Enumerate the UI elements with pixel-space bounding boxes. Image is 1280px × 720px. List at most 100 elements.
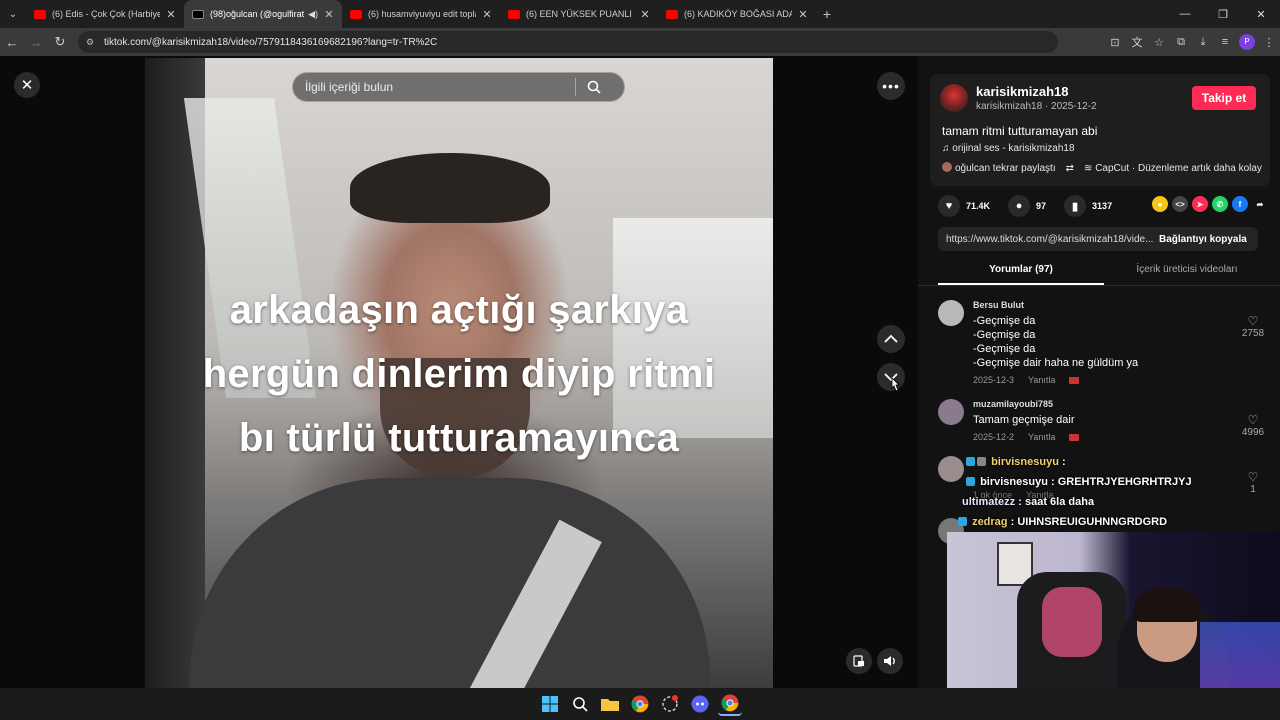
video-player[interactable]: arkadaşın açtığı şarkıya hergün dinlerim…: [145, 58, 773, 688]
windows-start-icon[interactable]: [538, 692, 562, 716]
comment-line: -Geçmişe da: [973, 343, 1036, 355]
restore-icon[interactable]: ❐: [1204, 0, 1242, 28]
new-tab-button[interactable]: +: [816, 6, 838, 22]
reply-button[interactable]: Yanıtla: [1028, 432, 1055, 442]
commenter-avatar[interactable]: [938, 399, 964, 425]
video-caption-line: bı türlü tutturamayınca: [238, 416, 680, 460]
like-action[interactable]: ♥ 71.4K: [938, 195, 990, 217]
file-explorer-icon[interactable]: [598, 692, 622, 716]
extensions-icon[interactable]: ⧉: [1170, 36, 1192, 49]
related-search-input[interactable]: [305, 80, 575, 94]
chat-badge-icon: [966, 457, 975, 466]
translate-icon[interactable]: 文: [1126, 34, 1148, 50]
tab-creator-videos[interactable]: İçerik üreticisi videoları: [1104, 259, 1270, 285]
profile-avatar-icon[interactable]: P: [1239, 34, 1255, 50]
back-arrow-icon[interactable]: ←: [0, 28, 24, 56]
floating-player-button[interactable]: [846, 648, 872, 674]
comment-like[interactable]: ♡ 1: [1238, 470, 1268, 495]
pip-icon: [853, 655, 864, 667]
more-options-button[interactable]: •••: [877, 72, 905, 100]
tab-title: (98)oğulcan (@ogulfiratt) |: [210, 9, 305, 19]
save-action[interactable]: ▮ 3137: [1064, 195, 1112, 217]
tab-close-icon[interactable]: ✕: [796, 8, 810, 21]
heart-outline-icon: ♡: [1247, 314, 1259, 328]
volume-button[interactable]: [877, 648, 903, 674]
chat-username: zedrag: [972, 516, 1008, 528]
heart-outline-icon: ♡: [1247, 470, 1259, 484]
chrome-active-icon[interactable]: [718, 692, 742, 716]
comment-action[interactable]: ● 97: [1008, 195, 1046, 217]
media-queue-icon[interactable]: ≡: [1214, 36, 1236, 48]
chat-username: ultimatezz: [962, 496, 1016, 508]
minimize-icon[interactable]: —: [1166, 0, 1204, 28]
comment-like[interactable]: ♡ 2758: [1238, 314, 1268, 339]
browser-tabbar: ⌄ (6) Edis - Çok Çok (Harbiye Kon ✕ (98)…: [0, 0, 1280, 28]
tab-close-icon[interactable]: ✕: [638, 8, 652, 21]
copy-link-button[interactable]: Bağlantıyı kopyala: [1153, 234, 1247, 245]
tab-comments[interactable]: Yorumlar (97): [938, 259, 1104, 285]
reload-icon[interactable]: ↻: [48, 28, 72, 56]
chrome-icon[interactable]: [628, 692, 652, 716]
music-link[interactable]: ♫ orijinal ses - karisikmizah18: [942, 143, 1075, 154]
coin-icon[interactable]: ●: [1152, 196, 1168, 212]
close-video-button[interactable]: ✕: [14, 72, 40, 98]
commenter-name[interactable]: muzamilayoubi785: [973, 399, 1053, 409]
whatsapp-icon[interactable]: ✆: [1212, 196, 1228, 212]
download-icon[interactable]: ⤓: [1192, 36, 1214, 49]
repost-avatar: [942, 162, 952, 172]
share-arrow-icon[interactable]: ➦: [1252, 196, 1268, 212]
speaker-icon[interactable]: ◀): [308, 9, 318, 20]
creator-avatar[interactable]: [940, 84, 968, 112]
engagement-row: ♥ 71.4K ● 97 ▮ 3137 ● <> ➤ ✆ f ➦: [938, 195, 1268, 217]
window-close-icon[interactable]: ✕: [1242, 0, 1280, 28]
browser-tab[interactable]: (6) Edis - Çok Çok (Harbiye Kon ✕: [26, 0, 184, 28]
heart-outline-icon: ♡: [1247, 413, 1259, 427]
comment-like-count: 1: [1250, 484, 1256, 495]
app-icon[interactable]: [658, 692, 682, 716]
chat-message: birvisnesuyu :: [966, 456, 1066, 468]
repost-info[interactable]: oğulcan tekrar paylaştı: [942, 162, 1056, 174]
address-bar[interactable]: ⚙ tiktok.com/@karisikmizah18/video/75791…: [78, 31, 1058, 53]
site-settings-icon[interactable]: ⚙: [86, 37, 98, 48]
embed-code-icon[interactable]: <>: [1172, 196, 1188, 212]
tab-title: (6) EEN YÜKSEK PUANLI RESTO: [526, 9, 634, 19]
reply-button[interactable]: Yanıtla: [1028, 375, 1055, 385]
bookmark-star-icon[interactable]: ☆: [1148, 36, 1170, 49]
browser-tab[interactable]: (6) EEN YÜKSEK PUANLI RESTO ✕: [500, 0, 658, 28]
commenter-name[interactable]: Bersu Bulut: [973, 300, 1024, 310]
forward-arrow-icon[interactable]: →: [24, 28, 48, 56]
browser-tab[interactable]: (6) KADIKÖY BOĞASI ADANA Y ✕: [658, 0, 816, 28]
search-icon[interactable]: [568, 692, 592, 716]
comment-like[interactable]: ♡ 4996: [1238, 413, 1268, 438]
chat-username: birvisnesuyu: [980, 476, 1048, 488]
share-icons: ● <> ➤ ✆ f ➦: [1152, 196, 1268, 212]
kebab-menu-icon[interactable]: ⋮: [1258, 36, 1280, 49]
browser-tab[interactable]: (6) husamviyuviyu edit toplantı ✕: [342, 0, 500, 28]
mouse-cursor-icon: [890, 377, 900, 397]
url-text: tiktok.com/@karisikmizah18/video/7579118…: [104, 36, 438, 48]
chat-badge-icon: [958, 517, 967, 526]
comment-date: 2025-12-3: [973, 375, 1015, 385]
previous-video-button[interactable]: [877, 325, 905, 353]
tab-title: (6) Edis - Çok Çok (Harbiye Kon: [52, 9, 160, 19]
commenter-avatar[interactable]: [938, 300, 964, 326]
tab-title: (6) KADIKÖY BOĞASI ADANA Y: [684, 9, 792, 19]
tab-close-icon[interactable]: ✕: [480, 8, 494, 21]
facebook-icon[interactable]: f: [1232, 196, 1248, 212]
search-icon[interactable]: [584, 77, 604, 97]
tab-search-chevron-icon[interactable]: ⌄: [0, 0, 26, 28]
copy-link-box: https://www.tiktok.com/@karisikmizah18/v…: [938, 227, 1258, 251]
chat-text: GREHTRJYEHGRHTRJYJ: [1057, 476, 1192, 488]
chat-message: birvisnesuyu : GREHTRJYEHGRHTRJYJ: [966, 476, 1192, 488]
tab-close-icon[interactable]: ✕: [322, 8, 336, 21]
discord-icon[interactable]: [688, 692, 712, 716]
commenter-avatar[interactable]: [938, 456, 964, 482]
capcut-link[interactable]: ≋ CapCut · Düzenleme artık daha kolay: [1084, 163, 1262, 174]
install-app-icon[interactable]: ⊡: [1104, 36, 1126, 49]
send-icon[interactable]: ➤: [1192, 196, 1208, 212]
browser-tab-active[interactable]: (98)oğulcan (@ogulfiratt) | ◀) ✕: [184, 0, 342, 28]
youtube-icon: [666, 9, 678, 19]
tab-close-icon[interactable]: ✕: [164, 8, 178, 21]
follow-button[interactable]: Takip et: [1192, 86, 1256, 110]
creator-name[interactable]: karisikmizah18: [976, 84, 1069, 99]
